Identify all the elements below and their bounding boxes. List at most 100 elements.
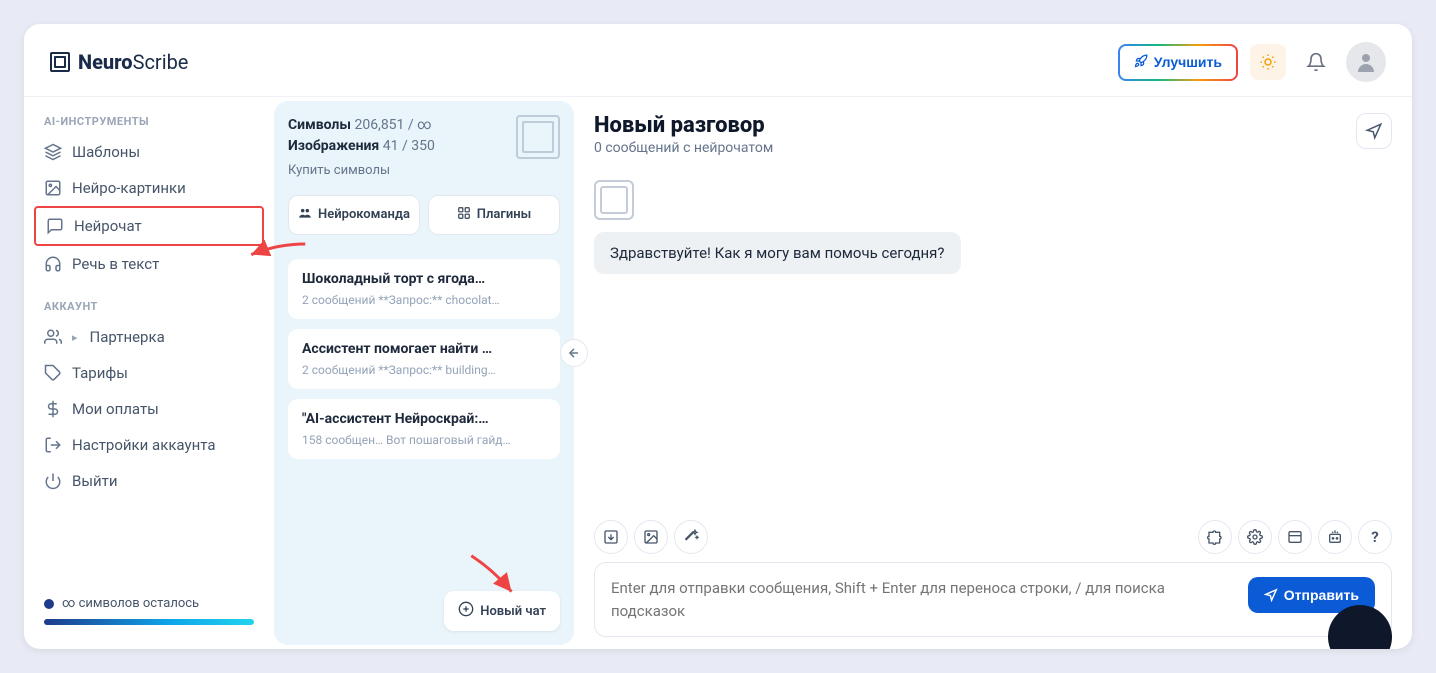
sidebar-item-label: Мои оплаты xyxy=(72,400,159,418)
sidebar-item-label: Партнерка xyxy=(90,328,165,346)
conversation-panel: Новый разговор 0 сообщений с нейрочатом … xyxy=(574,97,1412,649)
puzzle-button[interactable] xyxy=(1198,520,1232,554)
sidebar-item-images[interactable]: Нейро-картинки xyxy=(34,170,264,206)
share-button[interactable] xyxy=(1356,113,1392,149)
sidebar-item-affiliate[interactable]: ▸ Партнерка xyxy=(34,319,264,355)
sidebar-item-label: Выйти xyxy=(72,472,118,490)
chat-subtitle: 2 сообщений **Запрос:** building… xyxy=(302,363,546,377)
sidebar-item-label: Шаблоны xyxy=(72,143,140,161)
sidebar-item-label: Нейрочат xyxy=(74,217,142,235)
logo-icon xyxy=(50,52,70,72)
sidebar-item-payments[interactable]: Мои оплаты xyxy=(34,391,264,427)
bell-icon xyxy=(1306,52,1326,72)
sidebar-item-neurochat[interactable]: Нейрочат xyxy=(34,206,264,246)
share-icon xyxy=(1365,122,1383,140)
help-button[interactable]: ? xyxy=(1358,520,1392,554)
sidebar-item-speech[interactable]: Речь в текст xyxy=(34,246,264,282)
images-label: Изображения xyxy=(288,138,379,154)
headphones-icon xyxy=(44,255,62,273)
chat-icon xyxy=(46,217,64,235)
chat-list-item[interactable]: "AI-ассистент Нейроскрай:… 158 сообщен… … xyxy=(288,399,560,459)
question-icon: ? xyxy=(1371,528,1378,546)
sidebar-section-tools: AI-ИНСТРУМЕНТЫ xyxy=(34,97,264,134)
send-icon xyxy=(1264,588,1278,602)
neuroteam-label: Нейрокоманда xyxy=(318,207,410,222)
robot-button[interactable] xyxy=(1318,520,1352,554)
tag-icon xyxy=(44,364,62,382)
magic-button[interactable] xyxy=(674,520,708,554)
message-input[interactable] xyxy=(611,577,1236,622)
bot-avatar-icon xyxy=(594,180,634,220)
user-avatar[interactable] xyxy=(1346,42,1386,82)
attach-image-button[interactable] xyxy=(634,520,668,554)
app-logo[interactable]: NeuroScribe xyxy=(50,50,188,74)
settings-tool-button[interactable] xyxy=(1238,520,1272,554)
team-icon xyxy=(298,206,312,224)
image-icon xyxy=(44,179,62,197)
person-icon xyxy=(1354,50,1378,74)
plus-circle-icon xyxy=(458,601,474,621)
sidebar-item-label: Тарифы xyxy=(72,364,128,382)
neuroteam-button[interactable]: Нейрокоманда xyxy=(288,195,420,235)
chevron-right-icon: ▸ xyxy=(72,331,78,344)
sidebar-item-label: Настройки аккаунта xyxy=(72,436,215,454)
puzzle-icon xyxy=(1207,529,1223,545)
conversation-title: Новый разговор xyxy=(594,113,773,138)
chat-sidebar: Символы 206,851 / ∞ Изображения 41 / 350… xyxy=(274,101,574,645)
upgrade-button[interactable]: Улучшить xyxy=(1118,44,1238,81)
users-icon xyxy=(44,328,62,346)
images-value: 41 / 350 xyxy=(383,138,435,154)
dollar-icon xyxy=(44,400,62,418)
layout-icon xyxy=(1287,529,1303,545)
symbols-remaining: ∞ символов осталось xyxy=(62,596,199,611)
wand-icon xyxy=(683,529,699,545)
conversation-subtitle: 0 сообщений с нейрочатом xyxy=(594,140,773,156)
grid-icon xyxy=(457,206,471,224)
plugins-label: Плагины xyxy=(477,207,531,222)
sidebar-section-account: АККАУНТ xyxy=(34,282,264,319)
chat-title: Шоколадный торт с ягода… xyxy=(302,271,546,287)
buy-symbols-link[interactable]: Купить символы xyxy=(288,161,435,181)
layers-icon xyxy=(44,143,62,161)
status-dot xyxy=(44,599,54,609)
sidebar-item-plans[interactable]: Тарифы xyxy=(34,355,264,391)
new-chat-button[interactable]: Новый чат xyxy=(444,591,560,631)
attach-file-button[interactable] xyxy=(594,520,628,554)
plugins-button[interactable]: Плагины xyxy=(428,195,560,235)
chat-subtitle: 2 сообщений **Запрос:** chocolat… xyxy=(302,293,546,307)
brand-square-icon xyxy=(516,115,560,159)
sidebar-item-templates[interactable]: Шаблоны xyxy=(34,134,264,170)
chat-subtitle: 158 сообщен… Вот пошаговый гайд… xyxy=(302,433,546,447)
power-icon xyxy=(44,472,62,490)
arrow-left-icon xyxy=(567,346,581,360)
logout-icon xyxy=(44,436,62,454)
sidebar: AI-ИНСТРУМЕНТЫ Шаблоны Нейро-картинки Не… xyxy=(24,97,274,649)
logo-strong: Neuro xyxy=(78,50,133,74)
layout-button[interactable] xyxy=(1278,520,1312,554)
sidebar-item-label: Нейро-картинки xyxy=(72,179,186,197)
symbols-label: Символы xyxy=(288,117,351,133)
sun-icon xyxy=(1259,53,1277,71)
send-label: Отправить xyxy=(1284,587,1359,603)
chat-title: Ассистент помогает найти … xyxy=(302,341,546,357)
chat-list-item[interactable]: Шоколадный торт с ягода… 2 сообщений **З… xyxy=(288,259,560,319)
symbols-value: 206,851 / ∞ xyxy=(354,117,431,133)
sidebar-item-settings[interactable]: Настройки аккаунта xyxy=(34,427,264,463)
chat-title: "AI-ассистент Нейроскрай:… xyxy=(302,411,546,427)
upgrade-label: Улучшить xyxy=(1154,54,1222,70)
new-chat-label: Новый чат xyxy=(480,604,546,619)
download-icon xyxy=(603,529,619,545)
collapse-panel-button[interactable] xyxy=(560,339,588,367)
rocket-icon xyxy=(1134,54,1148,71)
chat-list-item[interactable]: Ассистент помогает найти … 2 сообщений *… xyxy=(288,329,560,389)
image-icon xyxy=(643,529,659,545)
sidebar-item-label: Речь в текст xyxy=(72,255,159,273)
usage-progress xyxy=(44,619,254,625)
theme-toggle[interactable] xyxy=(1250,44,1286,80)
logo-light: Scribe xyxy=(133,50,189,74)
robot-icon xyxy=(1327,529,1343,545)
bot-message: Здравствуйте! Как я могу вам помочь сего… xyxy=(594,232,961,274)
gear-icon xyxy=(1247,529,1263,545)
sidebar-item-logout[interactable]: Выйти xyxy=(34,463,264,499)
notifications-button[interactable] xyxy=(1298,44,1334,80)
